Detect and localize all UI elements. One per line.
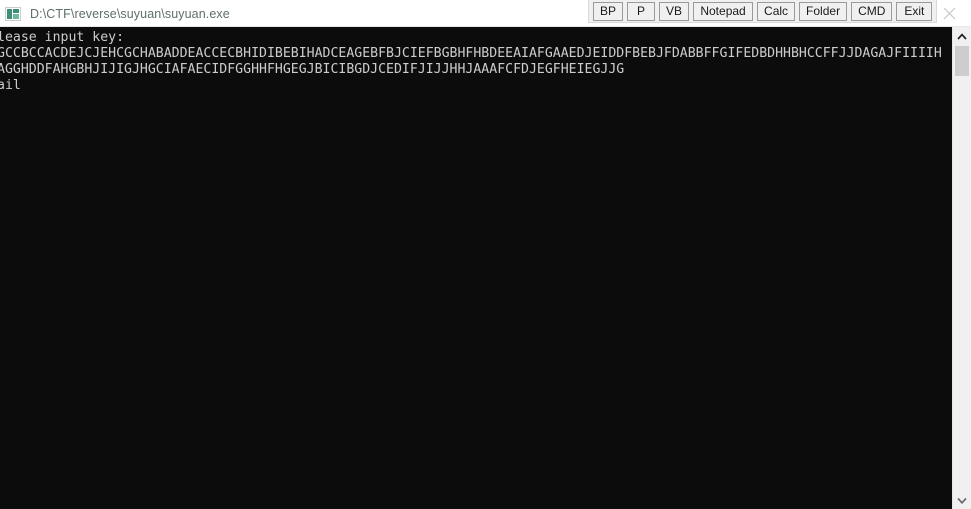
toolbar-button-bp[interactable]: BP (593, 1, 624, 21)
toolbar-button-folder[interactable]: Folder (799, 1, 848, 21)
toolbar-button-vb[interactable]: VB (659, 1, 690, 21)
scrollbar-down-button[interactable] (953, 491, 971, 509)
chevron-up-icon (957, 32, 967, 40)
toolbar-button-exit[interactable]: Exit (896, 1, 933, 21)
console-text: lease input key: GCCBCCACDEJCJEHCGCHABAD… (0, 30, 942, 93)
toolbar-button-cmd[interactable]: CMD (851, 1, 893, 21)
vertical-scrollbar[interactable] (952, 27, 971, 509)
toolbar: BP P VB Notepad Calc Folder CMD Exit (588, 0, 938, 23)
application-window: D:\CTF\reverse\suyuan\suyuan.exe BP P VB… (0, 0, 971, 509)
window-title: D:\CTF\reverse\suyuan\suyuan.exe (30, 6, 230, 21)
toolbar-button-notepad[interactable]: Notepad (693, 1, 754, 21)
close-icon (943, 7, 955, 19)
title-bar-left: D:\CTF\reverse\suyuan\suyuan.exe (0, 0, 230, 27)
scrollbar-up-button[interactable] (953, 27, 971, 45)
scrollbar-thumb[interactable] (955, 46, 969, 76)
title-bar: D:\CTF\reverse\suyuan\suyuan.exe BP P VB… (0, 0, 971, 27)
console-output-area[interactable]: lease input key: GCCBCCACDEJCJEHCGCHABAD… (0, 27, 952, 509)
console-app-icon (5, 6, 21, 21)
toolbar-button-p[interactable]: P (627, 1, 656, 21)
toolbar-button-calc[interactable]: Calc (757, 1, 796, 21)
chevron-down-icon (957, 497, 967, 504)
close-button[interactable] (935, 2, 963, 24)
